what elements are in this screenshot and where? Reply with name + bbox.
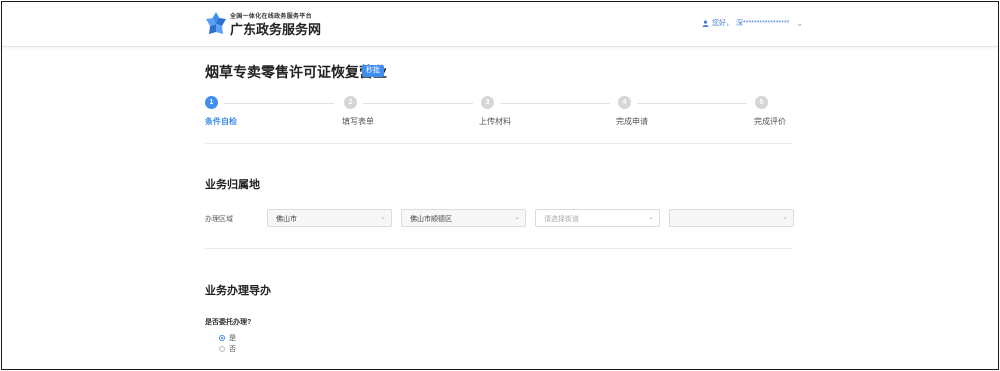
district-value: 佛山市顺德区 xyxy=(410,216,452,223)
radio-option-yes[interactable]: 是 xyxy=(219,333,236,343)
extra-select[interactable]: ⌄ xyxy=(669,209,794,227)
step-5-label: 完成评价 xyxy=(754,117,786,126)
chevron-down-icon: ⌄ xyxy=(648,214,654,221)
page-title: 烟草专卖零售许可证恢复营业 xyxy=(205,64,387,80)
chevron-down-icon: ⌄ xyxy=(514,214,520,221)
district-select[interactable]: 佛山市顺德区 ⌄ xyxy=(401,209,526,227)
app-frame: 全国一体化在线政务服务平台 广东政务服务网 您好， 深**************… xyxy=(1,1,999,370)
user-greeting: 您好， xyxy=(712,20,733,27)
gd-logo-icon xyxy=(206,12,226,34)
step-4-circle: 4 xyxy=(618,96,631,109)
guide-section-title: 业务办理导办 xyxy=(205,285,271,297)
step-connector xyxy=(500,103,610,104)
city-select[interactable]: 佛山市 ⌄ xyxy=(267,209,392,227)
region-field-label: 办理区域 xyxy=(205,216,233,223)
street-select[interactable]: 请选择街道 ⌄ xyxy=(535,209,660,227)
radio-label-no: 否 xyxy=(229,346,236,353)
step-2-circle: 2 xyxy=(344,96,357,109)
user-menu[interactable]: 您好， 深***************** ⌄ xyxy=(702,18,803,28)
step-connector xyxy=(224,103,334,104)
step-4-label: 完成申请 xyxy=(616,117,648,126)
radio-unchecked-icon[interactable] xyxy=(219,346,225,352)
brand-title[interactable]: 广东政务服务网 xyxy=(230,19,321,38)
step-connector xyxy=(363,103,473,104)
top-header: 全国一体化在线政务服务平台 广东政务服务网 您好， 深**************… xyxy=(2,2,998,47)
radio-label-yes: 是 xyxy=(229,335,236,342)
chevron-down-icon: ⌄ xyxy=(782,214,788,221)
step-1-label: 条件自检 xyxy=(205,117,237,126)
section-divider xyxy=(205,143,793,144)
chevron-down-icon: ⌄ xyxy=(380,214,386,221)
step-3-circle: 3 xyxy=(481,96,494,109)
radio-option-no[interactable]: 否 xyxy=(219,344,236,354)
step-5-circle: 5 xyxy=(755,96,768,109)
chevron-down-icon[interactable]: ⌄ xyxy=(796,19,803,28)
delegate-question: 是否委托办理? xyxy=(205,319,252,326)
step-3-label: 上传材料 xyxy=(479,117,511,126)
user-name: 深***************** xyxy=(736,20,790,27)
radio-checked-icon[interactable] xyxy=(219,335,225,341)
step-1-circle: 1 xyxy=(205,96,218,109)
city-value: 佛山市 xyxy=(276,216,297,223)
location-section-title: 业务归属地 xyxy=(205,179,260,191)
step-connector xyxy=(637,103,747,104)
street-placeholder: 请选择街道 xyxy=(544,216,579,223)
user-icon xyxy=(702,19,709,27)
section-divider xyxy=(205,248,793,249)
status-badge: 秒批 xyxy=(362,65,384,77)
step-2-label: 填写表单 xyxy=(342,117,374,126)
